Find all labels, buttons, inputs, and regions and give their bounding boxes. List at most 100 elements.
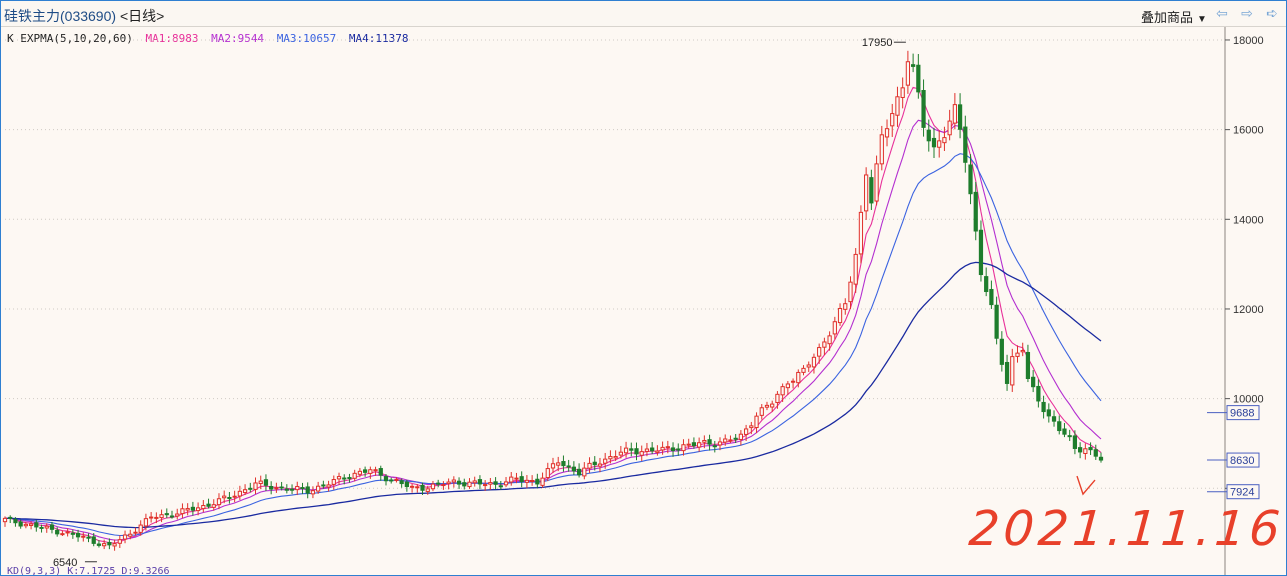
instrument-code: (033690) <box>60 8 117 24</box>
candle-down <box>916 64 921 93</box>
candle-up <box>357 470 363 475</box>
forward-icon[interactable]: ➪ <box>1263 6 1281 21</box>
period-label[interactable]: <日线> <box>120 8 164 24</box>
handwritten-check-mark <box>1076 475 1096 496</box>
candle-up <box>827 335 832 345</box>
candle-up <box>879 134 884 165</box>
candle-up <box>550 463 556 469</box>
candle-up <box>623 447 629 454</box>
price-marker-label: 8630 <box>1230 455 1254 467</box>
candle-up <box>149 516 154 519</box>
price-chart[interactable]: 8000100001200014000160001800096888630792… <box>1 27 1286 575</box>
candle-up <box>472 480 477 484</box>
candle-up <box>60 533 65 536</box>
overlay-commodity-dropdown[interactable]: 叠加商品 ▼ <box>1141 7 1207 26</box>
candle-down <box>436 482 441 485</box>
candle-up <box>832 321 837 335</box>
candle-down <box>164 513 169 516</box>
candle-up <box>195 507 201 512</box>
price-marker-label: 7924 <box>1230 487 1254 499</box>
candle-up <box>185 508 190 511</box>
candle-up <box>540 477 545 486</box>
candle-up <box>316 485 321 492</box>
candle-up <box>582 467 587 477</box>
candle-up <box>175 513 180 517</box>
candle-up <box>201 505 206 510</box>
candle-down <box>978 229 984 276</box>
candle-up <box>697 442 702 448</box>
candle-down <box>1036 385 1041 402</box>
candle-down <box>96 543 102 546</box>
candle-up <box>117 539 122 544</box>
candle-up <box>503 481 509 486</box>
candle-up <box>211 504 216 508</box>
candle-up <box>822 341 827 348</box>
candle-up <box>770 403 775 408</box>
candle-up <box>258 480 263 485</box>
candle-up <box>952 104 957 124</box>
candle-up <box>112 543 117 547</box>
candle-down <box>910 64 916 67</box>
candle-down <box>634 448 639 455</box>
candle-up <box>717 441 723 446</box>
candle-down <box>389 479 394 482</box>
candle-down <box>566 465 571 468</box>
candle-up <box>728 439 733 442</box>
y-tick-label: 14000 <box>1233 214 1264 226</box>
chevron-down-icon: ▼ <box>1197 14 1207 25</box>
candle-up <box>446 481 451 485</box>
candle-up <box>613 456 618 459</box>
candle-up <box>811 356 817 368</box>
instrument-name: 硅铁主力 <box>4 8 60 24</box>
candle-up <box>603 458 608 464</box>
y-tick-label: 10000 <box>1233 394 1264 406</box>
price-marker-label: 9688 <box>1230 408 1254 420</box>
candle-up <box>858 211 864 255</box>
candle-down <box>1057 421 1062 432</box>
candle-up <box>785 383 790 389</box>
candle-down <box>279 486 284 489</box>
arrow-right-icon[interactable]: ⇨ <box>1238 6 1256 21</box>
instrument-title[interactable]: 硅铁主力(033690) <日线> <box>4 6 164 26</box>
candle-down <box>963 126 968 163</box>
candle-down <box>676 448 681 451</box>
candle-down <box>973 191 978 232</box>
candle-up <box>253 482 258 490</box>
candle-down <box>49 524 55 530</box>
candle-up <box>133 531 138 534</box>
candle-up <box>530 480 535 483</box>
candle-down <box>989 288 994 306</box>
candle-down <box>733 437 738 440</box>
candle-down <box>493 481 498 485</box>
candle-up <box>702 439 707 443</box>
candle-up <box>331 479 336 485</box>
candle-down <box>284 488 289 491</box>
candle-up <box>817 347 822 357</box>
candle-down <box>712 445 717 448</box>
candle-up <box>759 407 764 416</box>
candle-up <box>743 428 749 435</box>
candle-up <box>848 281 853 303</box>
candle-up <box>1083 448 1088 454</box>
candle-up <box>368 469 373 474</box>
arrow-left-icon[interactable]: ⇦ <box>1213 6 1231 21</box>
candle-down <box>383 476 389 482</box>
candle-down <box>1051 416 1057 422</box>
candle-down <box>1046 409 1051 417</box>
candle-down <box>399 480 404 485</box>
candle-up <box>545 468 550 479</box>
candle-up <box>890 113 895 127</box>
candle-down <box>227 496 232 499</box>
candle-down <box>576 468 582 476</box>
candle-down <box>999 338 1004 365</box>
candle-down <box>535 478 540 485</box>
candle-down <box>1093 449 1098 457</box>
candle-up <box>681 444 686 452</box>
candle-up <box>128 533 133 537</box>
candle-down <box>362 469 368 473</box>
candle-up <box>2 517 8 523</box>
chart-window: 硅铁主力(033690) <日线> 叠加商品 ▼ ⇦ ⇨ ➪ K EXPMA(5,… <box>0 0 1287 576</box>
candle-up <box>154 516 159 519</box>
candle-down <box>571 466 576 472</box>
candle-down <box>1025 351 1031 380</box>
